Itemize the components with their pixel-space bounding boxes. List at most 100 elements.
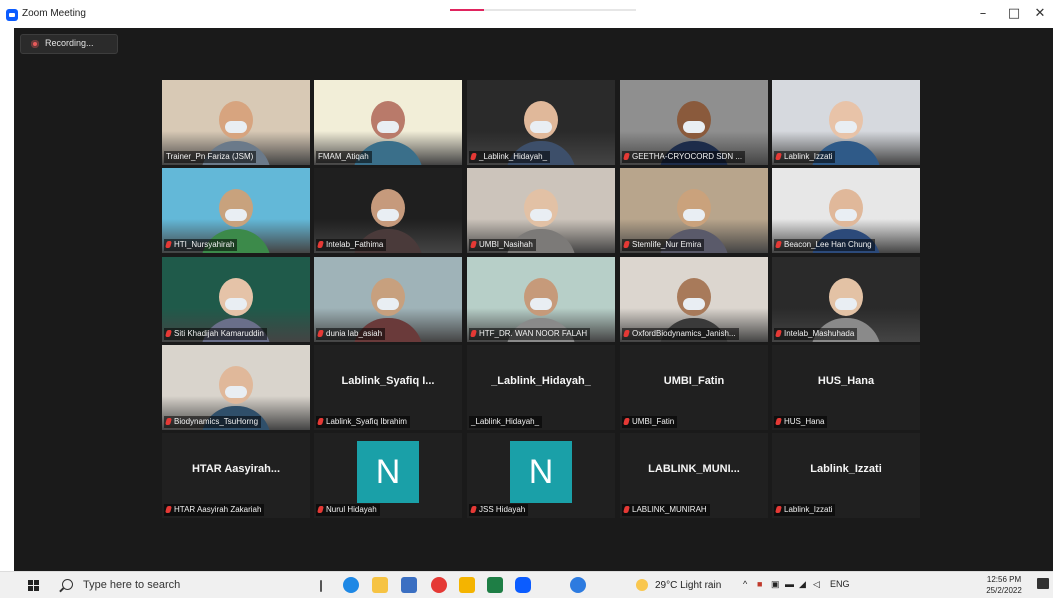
notification-icon[interactable] [1037, 578, 1049, 589]
participant-tile[interactable]: Intelab_Mashuhada [772, 257, 920, 342]
participant-name: LABLINK_MUNIRAH [632, 505, 707, 514]
participant-name-tag: OxfordBiodynamics_Janish... [622, 328, 739, 340]
taskbar: Type here to search 29°C Light rain ^ ■ … [0, 571, 1053, 598]
participant-tile[interactable]: _Lablink_Hidayah_ _Lablink_Hidayah_ [467, 345, 615, 430]
participant-tile[interactable]: Stemlife_Nur Emira [620, 168, 768, 253]
participant-tile[interactable]: N JSS Hidayah [467, 433, 615, 518]
task-view-icon[interactable] [320, 580, 322, 592]
recording-icon [31, 40, 39, 48]
taskbar-search[interactable]: Type here to search [83, 579, 180, 591]
volume-icon[interactable]: ◁ [813, 579, 820, 590]
participant-name-tag: Lablink_Syafiq Ibrahim [316, 416, 410, 428]
tray-app-icon[interactable]: ■ [757, 579, 762, 589]
muted-mic-icon [775, 506, 782, 513]
participant-tile[interactable]: Biodynamics_TsuHorng [162, 345, 310, 430]
participant-name-tag: Nurul Hidayah [316, 504, 380, 516]
close-button[interactable]: ✕ [1027, 6, 1053, 22]
participant-name-tag: Lablink_Izzati [774, 151, 836, 163]
muted-mic-icon [165, 330, 172, 337]
participant-name: Lablink_Syafiq Ibrahim [326, 417, 407, 426]
participant-name-tag: UMBI_Nasihah [469, 239, 536, 251]
participant-tile[interactable]: HTAR Aasyirah... HTAR Aasyirah Zakariah [162, 433, 310, 518]
participant-name-tag: _Lablink_Hidayah_ [469, 416, 543, 428]
participant-tile[interactable]: Trainer_Pn Fariza (JSM) [162, 80, 310, 165]
muted-mic-icon [775, 241, 782, 248]
muted-mic-icon [623, 153, 630, 160]
windows-start-icon[interactable] [28, 580, 39, 591]
participant-tile[interactable]: dunia lab_asiah [314, 257, 462, 342]
search-icon[interactable] [62, 579, 73, 590]
participant-display-name: HTAR Aasyirah... [191, 463, 281, 475]
meeting-area: Recording... Trainer_Pn Fariza (JSM) FMAM… [14, 28, 1053, 571]
minimize-button[interactable]: – [970, 6, 996, 22]
network-icon[interactable]: ◢ [799, 579, 806, 590]
muted-mic-icon [470, 241, 477, 248]
recording-indicator[interactable]: Recording... [20, 34, 118, 54]
participant-tile[interactable]: Siti Khadijah Kamaruddin [162, 257, 310, 342]
participant-name: Biodynamics_TsuHorng [174, 417, 259, 426]
participant-name: Beacon_Lee Han Chung [784, 240, 872, 249]
muted-mic-icon [317, 241, 324, 248]
participant-tile[interactable]: HTF_DR. WAN NOOR FALAH [467, 257, 615, 342]
participant-name: HUS_Hana [784, 417, 825, 426]
participant-name: _Lablink_Hidayah_ [479, 152, 548, 161]
edge-browser-icon[interactable] [343, 577, 359, 593]
clock[interactable]: 12:56 PM 25/2/2022 [980, 574, 1028, 596]
media-app-icon[interactable] [431, 577, 447, 593]
participant-tile[interactable]: UMBI_Fatin UMBI_Fatin [620, 345, 768, 430]
participant-name-tag: Trainer_Pn Fariza (JSM) [164, 151, 257, 163]
meet-now-icon[interactable]: ▣ [771, 579, 780, 590]
participant-tile[interactable]: FMAM_Atiqah [314, 80, 462, 165]
participant-tile[interactable]: _Lablink_Hidayah_ [467, 80, 615, 165]
muted-mic-icon [165, 418, 172, 425]
muted-mic-icon [775, 418, 782, 425]
participant-display-name: LABLINK_MUNI... [648, 463, 740, 475]
participant-tile[interactable]: Beacon_Lee Han Chung [772, 168, 920, 253]
sticky-app-icon[interactable] [459, 577, 475, 593]
participant-tile[interactable]: N Nurul Hidayah [314, 433, 462, 518]
title-indicator [450, 9, 636, 11]
app-icon[interactable] [570, 577, 586, 593]
muted-mic-icon [623, 506, 630, 513]
participant-tile[interactable]: GEETHA-CRYOCORD SDN ... [620, 80, 768, 165]
participant-name-tag: HTF_DR. WAN NOOR FALAH [469, 328, 591, 340]
participant-name: _Lablink_Hidayah_ [471, 417, 540, 426]
title-bar: Zoom Meeting – □ ✕ [0, 0, 1053, 28]
muted-mic-icon [317, 418, 324, 425]
weather-text[interactable]: 29°C Light rain [655, 580, 721, 591]
muted-mic-icon [317, 330, 324, 337]
participant-tile[interactable]: HTI_Nursyahirah [162, 168, 310, 253]
participant-name: UMBI_Fatin [632, 417, 675, 426]
participant-name-tag: Intelab_Mashuhada [774, 328, 858, 340]
maximize-button[interactable]: □ [1001, 6, 1027, 22]
participant-tile[interactable]: Lablink_Izzati [772, 80, 920, 165]
participant-tile[interactable]: Lablink_Izzati Lablink_Izzati [772, 433, 920, 518]
participant-avatar: N [510, 441, 572, 503]
participant-name-tag: FMAM_Atiqah [316, 151, 372, 163]
participant-tile[interactable]: UMBI_Nasihah [467, 168, 615, 253]
battery-icon[interactable]: ▬ [785, 579, 794, 589]
participant-tile[interactable]: Intelab_Fathima [314, 168, 462, 253]
participant-tile[interactable]: Lablink_Syafiq I... Lablink_Syafiq Ibrahi… [314, 345, 462, 430]
muted-mic-icon [775, 153, 782, 160]
participant-name-tag: Stemlife_Nur Emira [622, 239, 705, 251]
file-explorer-icon[interactable] [372, 577, 388, 593]
participant-name-tag: GEETHA-CRYOCORD SDN ... [622, 151, 746, 163]
participant-name: HTF_DR. WAN NOOR FALAH [479, 329, 588, 338]
excel-icon[interactable] [487, 577, 503, 593]
chevron-up-icon[interactable]: ^ [743, 579, 747, 589]
store-icon[interactable] [401, 577, 417, 593]
zoom-app-icon [6, 9, 18, 21]
participant-name: HTI_Nursyahirah [174, 240, 235, 249]
participant-name-tag: Siti Khadijah Kamaruddin [164, 328, 267, 340]
zoom-taskbar-icon[interactable] [515, 577, 531, 593]
participant-tile[interactable]: HUS_Hana HUS_Hana [772, 345, 920, 430]
participant-tile[interactable]: OxfordBiodynamics_Janish... [620, 257, 768, 342]
participant-name-tag: UMBI_Fatin [622, 416, 678, 428]
participant-name: OxfordBiodynamics_Janish... [632, 329, 736, 338]
participant-name-tag: LABLINK_MUNIRAH [622, 504, 710, 516]
participant-name: UMBI_Nasihah [479, 240, 533, 249]
participant-name-tag: JSS Hidayah [469, 504, 529, 516]
language-indicator[interactable]: ENG [830, 579, 850, 589]
participant-tile[interactable]: LABLINK_MUNI... LABLINK_MUNIRAH [620, 433, 768, 518]
